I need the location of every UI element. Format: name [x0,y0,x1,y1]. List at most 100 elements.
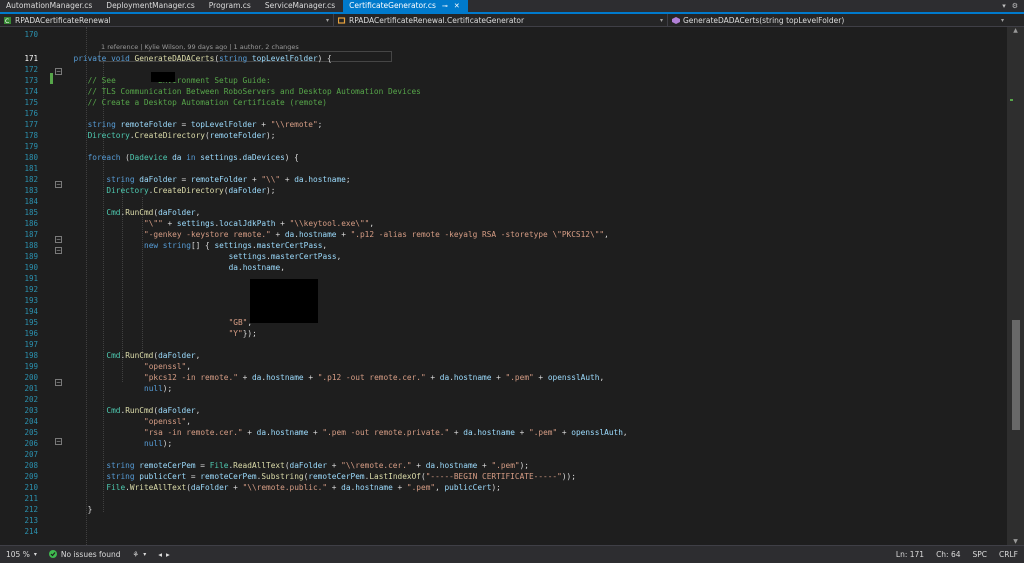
tab-deploymentmanager[interactable]: DeploymentManager.cs [100,0,202,12]
code-line[interactable]: // See Environment Setup Guide: [88,75,271,86]
code-line[interactable]: settings.masterCertPass, [229,251,342,262]
code-line[interactable]: // Create a Desktop Automation Certifica… [88,97,327,108]
code-line[interactable]: string publicCert = remoteCerPem.Substri… [106,471,576,482]
tab-automationmanager[interactable]: AutomationManager.cs [0,0,100,12]
code-editor[interactable]: 170 171 172 173 174 175 176 177 178 179 180 181 182 1… [0,27,1024,545]
collapse-icon[interactable]: − [55,438,62,445]
code-line[interactable]: Directory.CreateDirectory(remoteFolder); [88,130,276,141]
code-token: , [280,263,285,272]
navigate-arrows[interactable]: ◂ ▸ [152,546,176,563]
code-token: da [439,373,450,382]
code-line[interactable]: // TLS Communication Between RoboServers… [88,86,421,97]
line-number-gutter: 170 171 172 173 174 175 176 177 178 179 180 181 182 1… [0,27,44,545]
code-cleanup-button[interactable]: ⚘ ▾ [126,546,152,563]
tab-program[interactable]: Program.cs [203,0,259,12]
issues-indicator[interactable]: No issues found [43,546,127,563]
code-token: hostname [453,373,492,382]
arrow-right-icon[interactable]: ▸ [166,550,170,559]
code-line[interactable]: Cmd.RunCmd(daFolder, [106,405,200,416]
code-line[interactable]: new string[] { settings.masterCertPass, [144,240,327,251]
code-line[interactable]: } [88,504,93,515]
line-number: 196 [24,329,38,338]
code-token: hostname [270,428,309,437]
line-number: 189 [24,252,38,261]
code-area[interactable]: private void GenerateDADACerts(string to… [70,27,1005,545]
code-line[interactable]: File.WriteAllText(daFolder + "\\remote.p… [106,482,500,493]
type-name: RPADACertificateRenewal.CertificateGener… [349,15,525,25]
code-line[interactable]: "openssl", [144,416,191,427]
code-token: daFolder [228,186,267,195]
code-token: new [144,241,163,250]
line-indicator[interactable]: Ln: 171 [890,546,930,563]
code-token: da [341,483,351,492]
code-token: File [209,461,229,470]
code-token: + [256,120,271,129]
member-selector[interactable]: GenerateDADACerts(string topLevelFolder)… [668,14,1008,26]
scroll-up-icon[interactable]: ▲ [1007,27,1024,34]
code-token: "GB" [228,318,248,327]
code-token: daFolder [190,483,229,492]
code-token: + [491,373,506,382]
line-number: 209 [24,472,38,481]
line-number: 201 [24,384,38,393]
collapse-icon[interactable]: − [55,247,62,254]
code-line[interactable]: null); [144,438,172,449]
code-line[interactable]: da.hostname, [229,262,285,273]
collapse-icon[interactable]: − [55,236,62,243]
svg-text:C: C [5,18,9,24]
document-tab-strip: AutomationManager.cs DeploymentManager.c… [0,0,1024,14]
code-token: void [111,54,135,63]
type-selector[interactable]: RPADACertificateRenewal.CertificateGener… [334,14,668,26]
code-line[interactable]: "GB", [229,317,252,328]
scrollbar-thumb[interactable] [1012,320,1020,430]
line-number: 184 [24,197,38,206]
pin-icon[interactable]: ⊸ [442,0,448,12]
code-line[interactable]: private void GenerateDADACerts(string to… [74,53,332,64]
code-token: da [251,373,262,382]
code-line[interactable]: "rsa -in remote.cer." + da.hostname + ".… [144,427,628,438]
column-indicator[interactable]: Ch: 64 [930,546,966,563]
code-token: [] { [190,241,215,250]
whitespace-indicator[interactable]: SPC [967,546,994,563]
code-line[interactable]: string remoteFolder = topLevelFolder + "… [88,119,323,130]
tab-certificategenerator[interactable]: CertificateGenerator.cs ⊸ ✕ [343,0,468,12]
gear-icon[interactable]: ⚙ [1012,2,1018,10]
code-token: da [284,230,295,239]
collapse-icon[interactable]: − [55,68,62,75]
code-line[interactable]: "openssl", [144,361,191,372]
line-ending-indicator[interactable]: CRLF [993,546,1024,563]
code-line[interactable]: string remoteCerPem = File.ReadAllText(d… [106,460,529,471]
code-token: string [106,461,140,470]
code-line[interactable]: string daFolder = remoteFolder + "\\" + … [106,174,350,185]
code-line[interactable]: null); [144,383,172,394]
zoom-level: 105 % [6,550,30,559]
close-icon[interactable]: ✕ [454,0,460,12]
collapse-icon[interactable]: − [55,181,62,188]
code-token: Directory [106,186,149,195]
code-line[interactable]: foreach (Dadevice da in settings.daDevic… [88,152,299,163]
vertical-scrollbar[interactable]: ▲ ▼ [1007,27,1024,545]
chevron-down-icon: ▾ [325,16,329,24]
zoom-selector[interactable]: 105 % ▾ [0,546,43,563]
code-line[interactable]: "-genkey -keystore remote." + da.hostnam… [144,229,609,240]
code-token: + [327,461,342,470]
code-line[interactable]: Directory.CreateDirectory(daFolder); [106,185,275,196]
code-token: foreach [87,153,126,162]
code-token: "\\" [261,175,281,184]
code-line[interactable]: "pkcs12 -in remote." + da.hostname + ".p… [144,372,604,383]
code-token: "Y" [228,329,243,338]
arrow-left-icon[interactable]: ◂ [158,550,162,559]
chevron-down-icon[interactable]: ▾ [1002,2,1006,10]
code-token: daFolder [289,461,328,470]
line-number: 172 [24,65,38,74]
code-line[interactable]: "Y"}); [229,328,257,339]
code-line[interactable]: Cmd.RunCmd(daFolder, [106,350,200,361]
collapse-icon[interactable]: − [55,379,62,386]
code-token: } [87,505,93,514]
tab-servicemanager[interactable]: ServiceManager.cs [259,0,343,12]
code-line[interactable]: Cmd.RunCmd(daFolder, [106,207,200,218]
line-number: 207 [24,450,38,459]
scroll-down-icon[interactable]: ▼ [1007,538,1024,545]
code-line[interactable]: "\"" + settings.localJdkPath + "\\keytoo… [144,218,374,229]
project-selector[interactable]: C RPADACertificateRenewal ▾ [0,14,334,26]
